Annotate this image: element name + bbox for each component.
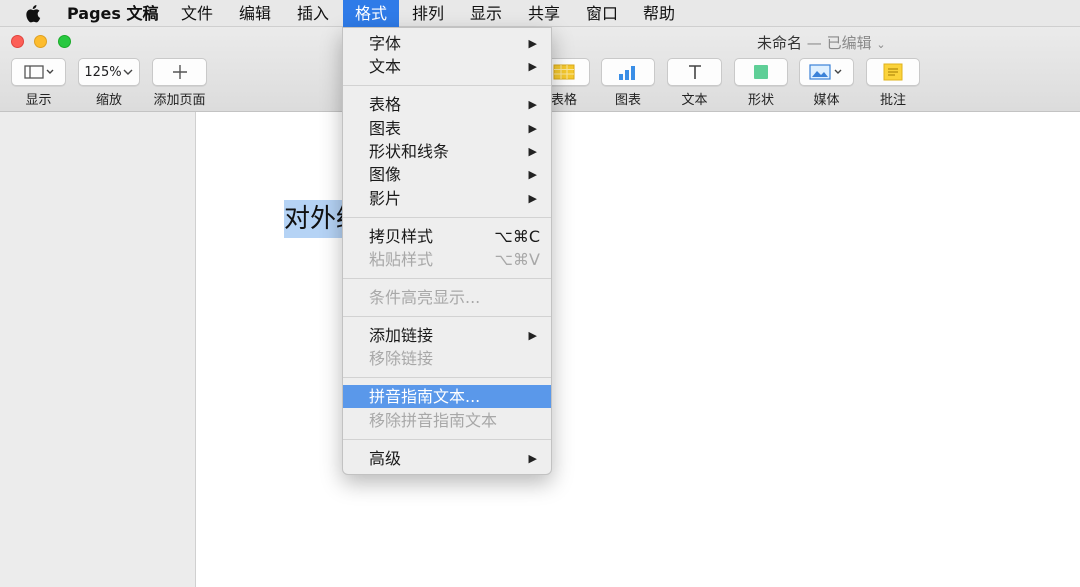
menu-view[interactable]: 显示	[470, 0, 502, 27]
menu-item-advanced[interactable]: 高级 ▶	[343, 447, 551, 470]
minimize-window-button[interactable]	[34, 35, 47, 48]
menu-item-label: 图像	[369, 165, 402, 184]
menu-app-name[interactable]: Pages 文稿	[67, 0, 159, 27]
menu-item-paste-style: 粘贴样式 ⌥⌘V	[343, 248, 551, 271]
menu-item-remove-pinyin: 移除拼音指南文本	[343, 409, 551, 432]
zoom-dropdown[interactable]: 125%	[78, 58, 140, 86]
menu-item-font[interactable]: 字体 ▶	[343, 32, 551, 55]
menu-item-copy-style[interactable]: 拷贝样式 ⌥⌘C	[343, 225, 551, 248]
triangle-right-icon: ▶	[528, 452, 537, 465]
format-menu: 字体 ▶ 文本 ▶ 表格 ▶ 图表 ▶ 形状和线条 ▶ 图像 ▶ 影片 ▶ 拷贝…	[342, 27, 552, 475]
menu-item-label: 粘贴样式	[369, 250, 434, 269]
bar-chart-icon	[619, 66, 635, 80]
document-status: — 已编辑	[806, 34, 872, 52]
add-page-label: 添加页面	[153, 93, 206, 108]
chevron-down-icon	[123, 69, 133, 75]
chart-button[interactable]	[601, 58, 655, 86]
text-label: 文本	[681, 93, 708, 108]
text-t-icon	[688, 65, 701, 79]
menu-item-label: 图表	[369, 119, 402, 138]
chevron-down-icon: ⌄	[876, 38, 886, 51]
menu-item-label: 高级	[369, 449, 402, 468]
triangle-right-icon: ▶	[528, 37, 537, 50]
menu-edit[interactable]: 编辑	[239, 0, 271, 27]
plus-icon	[172, 65, 187, 79]
sidebar-layout-icon	[23, 65, 53, 79]
menu-arrange[interactable]: 排列	[412, 0, 444, 27]
menu-item-table[interactable]: 表格 ▶	[343, 93, 551, 116]
page-thumbnails-sidebar	[0, 112, 196, 587]
menu-item-label: 拷贝样式	[369, 227, 434, 246]
menu-item-text[interactable]: 文本 ▶	[343, 55, 551, 78]
menu-item-label: 表格	[369, 95, 402, 114]
menu-insert[interactable]: 插入	[297, 0, 329, 27]
triangle-right-icon: ▶	[528, 192, 537, 205]
menu-item-chart[interactable]: 图表 ▶	[343, 117, 551, 140]
close-window-button[interactable]	[11, 35, 24, 48]
menu-help[interactable]: 帮助	[643, 0, 675, 27]
triangle-right-icon: ▶	[528, 168, 537, 181]
menu-item-shapes-lines[interactable]: 形状和线条 ▶	[343, 140, 551, 163]
triangle-right-icon: ▶	[528, 145, 537, 158]
shape-label: 形状	[747, 93, 774, 108]
triangle-right-icon: ▶	[528, 329, 537, 342]
menu-item-label: 拼音指南文本...	[369, 387, 481, 406]
menu-separator	[343, 316, 551, 317]
menu-format[interactable]: 格式	[343, 0, 400, 27]
menu-item-label: 条件高亮显示...	[369, 288, 481, 307]
image-icon	[808, 64, 841, 80]
menu-item-movie[interactable]: 影片 ▶	[343, 187, 551, 210]
menu-item-label: 移除拼音指南文本	[369, 411, 498, 430]
menu-item-label: 字体	[369, 34, 402, 53]
comment-button[interactable]	[866, 58, 920, 86]
document-canvas[interactable]	[196, 112, 1080, 587]
triangle-right-icon: ▶	[528, 122, 537, 135]
menu-item-label: 添加链接	[369, 326, 434, 345]
menu-separator	[343, 217, 551, 218]
zoom-label: 缩放	[95, 93, 122, 108]
menu-separator	[343, 278, 551, 279]
shape-button[interactable]	[734, 58, 788, 86]
triangle-right-icon: ▶	[528, 60, 537, 73]
zoom-window-button[interactable]	[58, 35, 71, 48]
apple-logo-icon[interactable]	[25, 4, 43, 23]
triangle-right-icon: ▶	[528, 98, 537, 111]
view-button[interactable]	[11, 58, 66, 86]
menu-item-conditional-highlight: 条件高亮显示...	[343, 286, 551, 309]
chart-label: 图表	[614, 93, 641, 108]
sticky-note-icon	[883, 63, 903, 81]
menu-item-label: 移除链接	[369, 349, 434, 368]
document-title[interactable]: 未命名 — 已编辑 ⌄	[757, 32, 886, 53]
menu-bar: Pages 文稿 文件 编辑 插入 格式 排列 显示 共享 窗口 帮助	[0, 0, 1080, 27]
media-label: 媒体	[813, 93, 840, 108]
menu-file[interactable]: 文件	[181, 0, 213, 27]
menu-item-pinyin-guide[interactable]: 拼音指南文本...	[343, 385, 551, 408]
media-button[interactable]	[799, 58, 854, 86]
menu-separator	[343, 439, 551, 440]
text-button[interactable]	[667, 58, 722, 86]
view-label: 显示	[25, 93, 52, 108]
menu-item-image[interactable]: 图像 ▶	[343, 163, 551, 186]
menu-item-label: 影片	[369, 189, 402, 208]
menu-separator	[343, 85, 551, 86]
menu-item-shortcut: ⌥⌘V	[494, 250, 540, 269]
comment-label: 批注	[879, 93, 906, 108]
menu-item-label: 形状和线条	[369, 142, 450, 161]
menu-separator	[343, 377, 551, 378]
selected-document-text[interactable]: 对外经	[284, 200, 346, 238]
square-shape-icon	[754, 65, 768, 79]
document-name: 未命名	[757, 34, 803, 52]
table-icon	[553, 64, 575, 80]
add-page-button[interactable]	[152, 58, 207, 86]
menu-share[interactable]: 共享	[528, 0, 560, 27]
menu-item-add-link[interactable]: 添加链接 ▶	[343, 324, 551, 347]
menu-item-label: 文本	[369, 57, 402, 76]
menu-item-shortcut: ⌥⌘C	[494, 227, 540, 246]
menu-window[interactable]: 窗口	[586, 0, 618, 27]
menu-item-remove-link: 移除链接	[343, 347, 551, 370]
zoom-value: 125%	[84, 64, 122, 80]
